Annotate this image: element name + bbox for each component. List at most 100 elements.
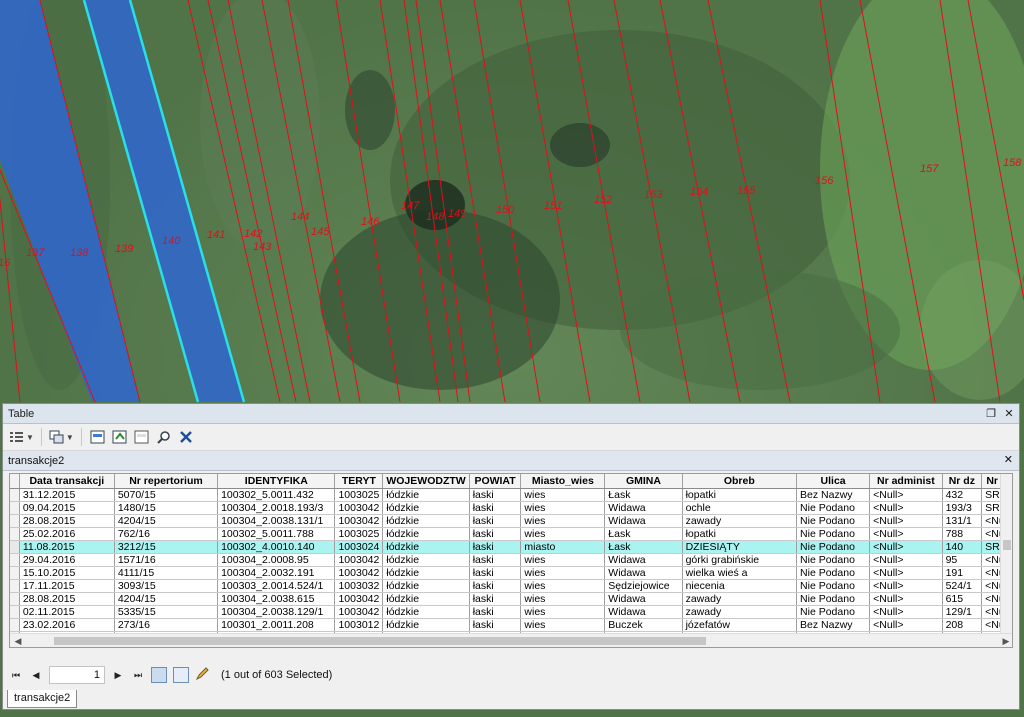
table-cell[interactable]: Nie Podano (796, 579, 871, 593)
first-record-icon[interactable]: ⏮ (9, 670, 23, 681)
column-header[interactable]: Ulica (796, 474, 871, 489)
table-cell[interactable]: wies (520, 566, 606, 580)
table-cell[interactable]: łaski (469, 501, 522, 515)
table-cell[interactable]: 140 (942, 540, 983, 554)
bottom-table-tab[interactable]: transakcje2 (7, 690, 78, 708)
table-cell[interactable]: łopatki (682, 527, 798, 541)
table-cell[interactable]: łaski (469, 488, 522, 502)
table-cell[interactable]: Widawa (604, 553, 683, 567)
row-selector[interactable] (10, 618, 20, 632)
table-cell[interactable]: miasto (520, 540, 606, 554)
table-cell[interactable]: 432 (942, 488, 983, 502)
table-row[interactable]: 25.02.2016 762/16 100302_5.0011.788 1003025… (10, 527, 1012, 541)
table-cell[interactable]: łódzkie (382, 566, 470, 580)
table-cell[interactable]: 1003042 (334, 514, 384, 528)
table-cell[interactable]: 100304_2.0018.193/3 (217, 501, 336, 515)
table-cell[interactable]: niecenia (682, 579, 798, 593)
table-cell[interactable]: łaski (469, 527, 522, 541)
table-cell[interactable]: łódzkie (382, 501, 470, 515)
table-cell[interactable]: Nie Podano (796, 605, 871, 619)
table-cell[interactable]: zawady (682, 514, 798, 528)
table-cell[interactable]: 95 (942, 553, 983, 567)
show-selected-records-icon[interactable] (173, 667, 189, 683)
table-cell[interactable]: Nie Podano (796, 527, 871, 541)
table-cell[interactable]: łódzkie (382, 605, 470, 619)
table-cell[interactable]: <Null> (869, 514, 943, 528)
table-cell[interactable]: 28.08.2015 (19, 592, 115, 606)
table-cell[interactable]: Widawa (604, 514, 683, 528)
table-row[interactable]: 29.04.2016 1571/16 100304_2.0008.95 1003042… (10, 553, 1012, 567)
table-cell[interactable]: łódzkie (382, 618, 470, 632)
table-cell[interactable]: wies (520, 488, 606, 502)
table-row[interactable]: 28.08.2015 4204/15 100304_2.0038.131/1 1003… (10, 514, 1012, 528)
table-cell[interactable]: 5335/15 (114, 605, 219, 619)
table-cell[interactable]: wies (520, 605, 606, 619)
table-cell[interactable]: Nie Podano (796, 553, 871, 567)
table-cell[interactable]: 100302_4.0010.140 (217, 540, 336, 554)
horizontal-scrollbar[interactable]: ◀ ▶ (10, 633, 1012, 647)
zoom-to-selected-icon[interactable] (155, 427, 173, 447)
column-header[interactable]: Nr administ (869, 474, 943, 489)
table-cell[interactable]: wies (520, 514, 606, 528)
table-cell[interactable]: 23.02.2016 (19, 618, 115, 632)
table-cell[interactable]: 1571/16 (114, 553, 219, 567)
table-cell[interactable]: wielka wieś a (682, 566, 798, 580)
table-cell[interactable]: 1003025 (334, 488, 384, 502)
table-cell[interactable]: łódzkie (382, 488, 470, 502)
row-selector[interactable] (10, 488, 20, 502)
column-header[interactable]: WOJEWODZTW (382, 474, 470, 489)
attribute-grid[interactable]: Data transakcji Nr repertorium IDENTYFIKA T… (9, 473, 1013, 648)
table-cell[interactable]: <Null> (869, 579, 943, 593)
column-header[interactable]: Obreb (682, 474, 798, 489)
table-cell[interactable]: łódzkie (382, 540, 470, 554)
table-cell[interactable]: 100301_2.0011.208 (217, 618, 336, 632)
row-selector[interactable] (10, 605, 20, 619)
table-cell[interactable]: 09.04.2015 (19, 501, 115, 515)
table-cell[interactable]: łódzkie (382, 514, 470, 528)
table-cell[interactable]: józefatów (682, 618, 798, 632)
table-cell[interactable]: 1003042 (334, 566, 384, 580)
table-cell[interactable]: <Null> (869, 592, 943, 606)
table-cell[interactable]: łaski (469, 618, 522, 632)
table-cell[interactable]: ochle (682, 501, 798, 515)
table-row[interactable]: 17.11.2015 3093/15 100303_2.0014.524/1 1003… (10, 579, 1012, 593)
table-cell[interactable]: 788 (942, 527, 983, 541)
column-header[interactable]: IDENTYFIKA (217, 474, 336, 489)
table-cell[interactable]: 193/3 (942, 501, 983, 515)
table-cell[interactable]: 100304_2.0032.191 (217, 566, 336, 580)
table-row[interactable]: 02.11.2015 5335/15 100304_2.0038.129/1 1003… (10, 605, 1012, 619)
table-cell[interactable]: Bez Nazwy (796, 488, 871, 502)
table-cell[interactable]: Widawa (604, 566, 683, 580)
table-cell[interactable]: 100304_2.0008.95 (217, 553, 336, 567)
table-cell[interactable]: <Null> (869, 605, 943, 619)
row-selector[interactable] (10, 527, 20, 541)
table-cell[interactable]: łaski (469, 579, 522, 593)
row-selector[interactable] (10, 501, 20, 515)
table-cell[interactable]: 129/1 (942, 605, 983, 619)
table-cell[interactable]: Nie Podano (796, 514, 871, 528)
table-cell[interactable]: Sędziejowice (604, 579, 683, 593)
table-cell[interactable]: 273/16 (114, 618, 219, 632)
table-cell[interactable]: <Null> (869, 527, 943, 541)
table-cell[interactable]: łaski (469, 514, 522, 528)
table-cell[interactable]: wies (520, 527, 606, 541)
table-cell[interactable]: 615 (942, 592, 983, 606)
table-cell[interactable]: Nie Podano (796, 540, 871, 554)
table-cell[interactable]: 100303_2.0014.524/1 (217, 579, 336, 593)
table-cell[interactable]: Łask (604, 488, 683, 502)
scroll-thumb[interactable] (1003, 540, 1011, 550)
table-cell[interactable]: łopatki (682, 488, 798, 502)
table-cell[interactable]: 29.04.2016 (19, 553, 115, 567)
table-cell[interactable]: 17.11.2015 (19, 579, 115, 593)
table-cell[interactable]: <Null> (869, 488, 943, 502)
column-header[interactable]: Nr dz (942, 474, 983, 489)
table-options-icon[interactable]: ▼ (9, 427, 34, 447)
table-cell[interactable]: 1003025 (334, 527, 384, 541)
table-cell[interactable]: 02.11.2015 (19, 605, 115, 619)
current-record-input[interactable]: 1 (49, 666, 105, 684)
table-cell[interactable]: 25.02.2016 (19, 527, 115, 541)
table-cell[interactable]: 3212/15 (114, 540, 219, 554)
scroll-left-icon[interactable]: ◀ (12, 634, 24, 647)
table-cell[interactable]: 31.12.2015 (19, 488, 115, 502)
table-cell[interactable]: 1003042 (334, 553, 384, 567)
